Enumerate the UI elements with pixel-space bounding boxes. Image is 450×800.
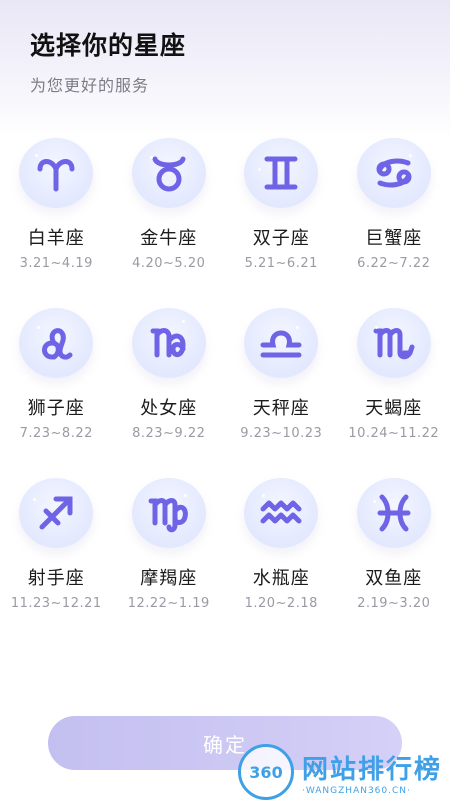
zodiac-name: 天蝎座 <box>365 398 423 419</box>
zodiac-item-pisces[interactable]: 双鱼座 2.19~3.20 <box>338 478 450 648</box>
zodiac-date: 3.21~4.19 <box>19 256 93 271</box>
zodiac-item-capricorn[interactable]: 摩羯座 12.22~1.19 <box>113 478 226 648</box>
zodiac-name: 金牛座 <box>140 228 198 249</box>
scorpio-badge <box>356 308 431 378</box>
zodiac-date: 12.22~1.19 <box>127 596 210 611</box>
taurus-badge <box>131 138 206 208</box>
zodiac-name: 天秤座 <box>252 398 310 419</box>
capricorn-badge <box>131 478 206 548</box>
zodiac-grid: 白羊座 3.21~4.19 金牛座 4.20~5.20 双子座 5.21~6.2… <box>0 138 450 648</box>
zodiac-date: 7.23~8.22 <box>19 426 93 441</box>
page-subtitle: 为您更好的服务 <box>30 76 150 95</box>
zodiac-item-scorpio[interactable]: 天蝎座 10.24~11.22 <box>338 308 450 478</box>
zodiac-item-taurus[interactable]: 金牛座 4.20~5.20 <box>113 138 226 308</box>
zodiac-date: 10.24~11.22 <box>348 426 440 441</box>
zodiac-name: 双子座 <box>252 228 310 249</box>
zodiac-date: 1.20~2.18 <box>244 596 318 611</box>
zodiac-date: 9.23~10.23 <box>240 426 323 441</box>
zodiac-item-libra[interactable]: 天秤座 9.23~10.23 <box>225 308 338 478</box>
watermark-text-block: 网站排行榜 ·WANGZHAN360.CN· <box>302 749 442 796</box>
libra-icon <box>260 330 302 358</box>
leo-badge <box>19 308 94 378</box>
zodiac-item-aries[interactable]: 白羊座 3.21~4.19 <box>0 138 113 308</box>
watermark-text: 网站排行榜 <box>302 754 443 785</box>
zodiac-date: 11.23~12.21 <box>10 596 102 611</box>
aquarius-badge <box>244 478 319 548</box>
zodiac-item-sagittarius[interactable]: 射手座 11.23~12.21 <box>0 478 113 648</box>
sagittarius-badge <box>19 478 94 548</box>
zodiac-name: 巨蟹座 <box>365 228 423 249</box>
cancer-badge <box>356 138 431 208</box>
page-title: 选择你的星座 <box>30 31 187 60</box>
header: 选择你的星座 为您更好的服务 <box>30 26 186 96</box>
zodiac-name: 射手座 <box>27 568 85 589</box>
zodiac-name: 处女座 <box>140 398 198 419</box>
zodiac-date: 5.21~6.21 <box>244 256 318 271</box>
scorpio-icon <box>373 328 415 360</box>
virgo-icon <box>150 328 186 358</box>
zodiac-name: 水瓶座 <box>252 568 310 589</box>
zodiac-item-aquarius[interactable]: 水瓶座 1.20~2.18 <box>225 478 338 648</box>
virgo-badge <box>131 308 206 378</box>
zodiac-item-leo[interactable]: 狮子座 7.23~8.22 <box>0 308 113 478</box>
zodiac-date: 4.20~5.20 <box>132 256 206 271</box>
watermark-logo: 360 <box>238 744 294 800</box>
zodiac-name: 白羊座 <box>27 228 85 249</box>
zodiac-date: 8.23~9.22 <box>132 426 206 441</box>
zodiac-date: 6.22~7.22 <box>357 256 431 271</box>
zodiac-name: 双鱼座 <box>365 568 423 589</box>
aries-badge <box>19 138 94 208</box>
zodiac-name: 摩羯座 <box>140 568 198 589</box>
pisces-badge <box>356 478 431 548</box>
taurus-icon <box>152 156 186 192</box>
zodiac-item-virgo[interactable]: 处女座 8.23~9.22 <box>113 308 226 478</box>
zodiac-item-cancer[interactable]: 巨蟹座 6.22~7.22 <box>338 138 450 308</box>
zodiac-name: 狮子座 <box>27 398 85 419</box>
gemini-badge <box>244 138 319 208</box>
aries-icon <box>37 159 75 192</box>
zodiac-date: 2.19~3.20 <box>357 596 431 611</box>
leo-icon <box>42 328 73 360</box>
cancer-icon <box>376 158 412 188</box>
libra-badge <box>244 308 319 378</box>
sagittarius-icon <box>39 496 73 530</box>
pisces-icon <box>377 494 411 532</box>
gemini-icon <box>264 156 298 190</box>
watermark: 360 网站排行榜 ·WANGZHAN360.CN· <box>238 744 442 800</box>
watermark-subtext: ·WANGZHAN360.CN· <box>302 785 411 796</box>
zodiac-item-gemini[interactable]: 双子座 5.21~6.21 <box>225 138 338 308</box>
capricorn-icon <box>148 498 188 533</box>
